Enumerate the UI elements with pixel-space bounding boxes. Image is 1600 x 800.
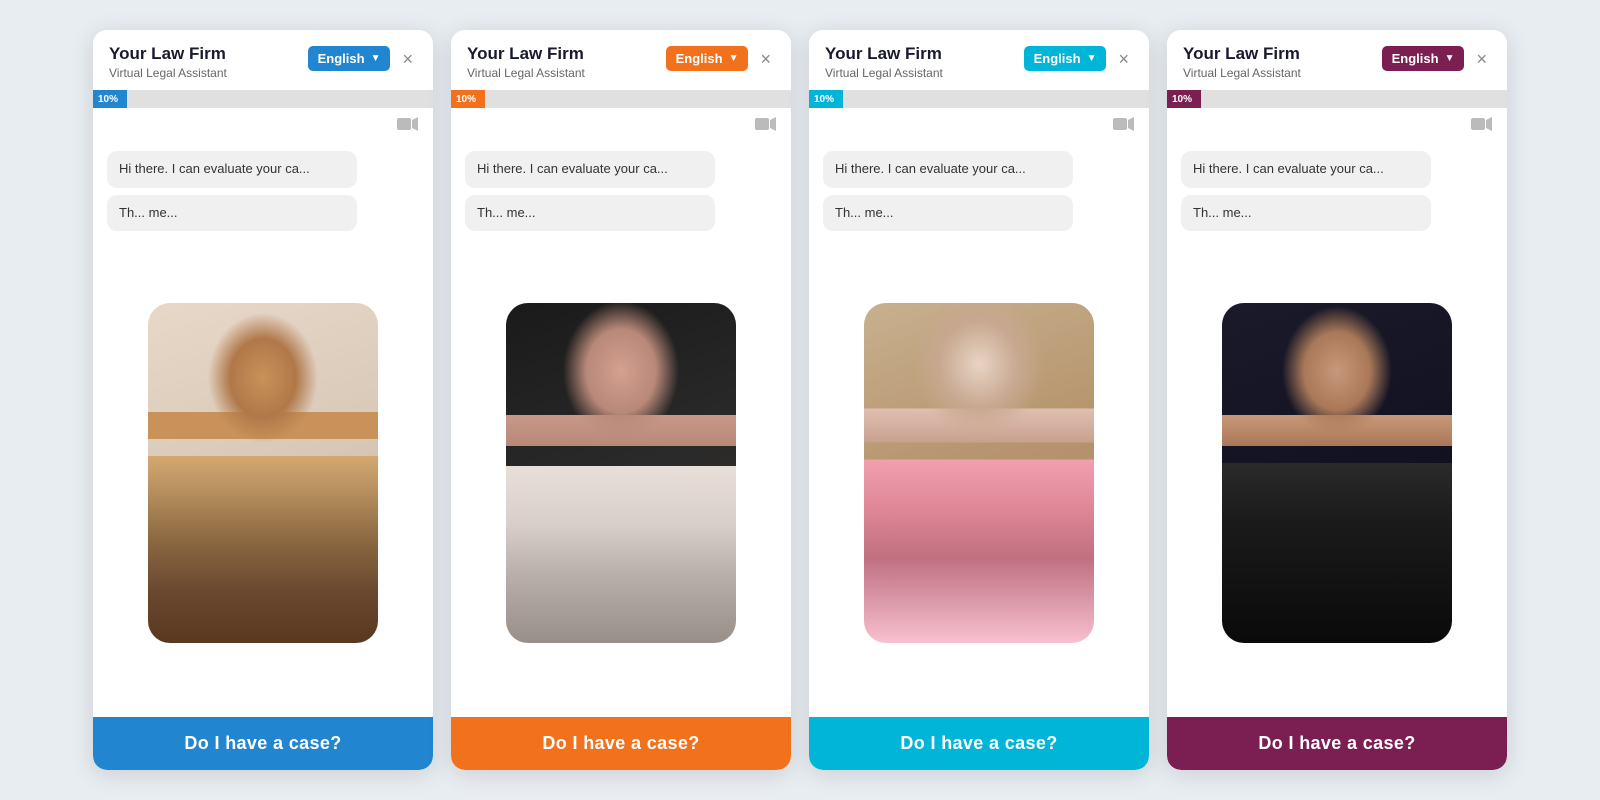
- video-icon-row-3: [809, 108, 1149, 141]
- header-controls-4: English ▼ ×: [1382, 46, 1491, 71]
- lang-dropdown-4[interactable]: English ▼: [1382, 46, 1465, 71]
- video-camera-icon-4: [1471, 116, 1493, 137]
- close-button-4[interactable]: ×: [1472, 48, 1491, 70]
- widget-3: Your Law Firm Virtual Legal Assistant En…: [809, 30, 1149, 770]
- chat-bubble-1-1: Hi there. I can evaluate your ca...: [107, 151, 357, 187]
- title-area-2: Your Law Firm Virtual Legal Assistant: [467, 44, 585, 80]
- title-area-4: Your Law Firm Virtual Legal Assistant: [1183, 44, 1301, 80]
- cta-button-2[interactable]: Do I have a case?: [451, 717, 791, 770]
- avatar-image-3: [864, 303, 1094, 643]
- progress-bar-1: 10%: [93, 90, 433, 108]
- lang-label-3: English: [1034, 51, 1081, 66]
- lang-label-4: English: [1392, 51, 1439, 66]
- progress-bg-4: 10%: [1167, 90, 1507, 108]
- chat-area-1: Hi there. I can evaluate your ca... Th..…: [93, 141, 433, 303]
- progress-bg-1: 10%: [93, 90, 433, 108]
- chat-area-4: Hi there. I can evaluate your ca... Th..…: [1167, 141, 1507, 303]
- progress-fill-3: 10%: [809, 90, 843, 108]
- cta-button-1[interactable]: Do I have a case?: [93, 717, 433, 770]
- progress-fill-4: 10%: [1167, 90, 1201, 108]
- widget-4: Your Law Firm Virtual Legal Assistant En…: [1167, 30, 1507, 770]
- avatar-area-4: [1167, 303, 1507, 717]
- progress-label-1: 10%: [98, 94, 118, 105]
- widget-header-2: Your Law Firm Virtual Legal Assistant En…: [451, 30, 791, 90]
- chat-bubble-2-1: Th... me...: [107, 195, 357, 231]
- lang-label-2: English: [676, 51, 723, 66]
- progress-bg-3: 10%: [809, 90, 1149, 108]
- subtitle-4: Virtual Legal Assistant: [1183, 66, 1301, 80]
- header-controls-1: English ▼ ×: [308, 46, 417, 71]
- avatar-image-2: [506, 303, 736, 643]
- firm-name-4: Your Law Firm: [1183, 44, 1301, 64]
- widget-header-1: Your Law Firm Virtual Legal Assistant En…: [93, 30, 433, 90]
- subtitle-3: Virtual Legal Assistant: [825, 66, 943, 80]
- widget-header-3: Your Law Firm Virtual Legal Assistant En…: [809, 30, 1149, 90]
- chat-area-2: Hi there. I can evaluate your ca... Th..…: [451, 141, 791, 303]
- chat-area-3: Hi there. I can evaluate your ca... Th..…: [809, 141, 1149, 303]
- progress-fill-1: 10%: [93, 90, 127, 108]
- lang-label-1: English: [318, 51, 365, 66]
- firm-name-1: Your Law Firm: [109, 44, 227, 64]
- lang-dropdown-1[interactable]: English ▼: [308, 46, 391, 71]
- widget-1: Your Law Firm Virtual Legal Assistant En…: [93, 30, 433, 770]
- close-button-3[interactable]: ×: [1114, 48, 1133, 70]
- title-area-3: Your Law Firm Virtual Legal Assistant: [825, 44, 943, 80]
- progress-bar-4: 10%: [1167, 90, 1507, 108]
- title-area-1: Your Law Firm Virtual Legal Assistant: [109, 44, 227, 80]
- video-icon-row-4: [1167, 108, 1507, 141]
- video-camera-icon-1: [397, 116, 419, 137]
- subtitle-1: Virtual Legal Assistant: [109, 66, 227, 80]
- avatar-area-1: [93, 303, 433, 717]
- chat-bubble-2-3: Th... me...: [823, 195, 1073, 231]
- chat-bubble-1-3: Hi there. I can evaluate your ca...: [823, 151, 1073, 187]
- progress-label-4: 10%: [1172, 94, 1192, 105]
- avatar-area-2: [451, 303, 791, 717]
- chat-bubble-1-2: Hi there. I can evaluate your ca...: [465, 151, 715, 187]
- video-camera-icon-2: [755, 116, 777, 137]
- chevron-down-icon-3: ▼: [1087, 53, 1097, 64]
- progress-label-3: 10%: [814, 94, 834, 105]
- progress-bar-3: 10%: [809, 90, 1149, 108]
- close-button-1[interactable]: ×: [398, 48, 417, 70]
- progress-fill-2: 10%: [451, 90, 485, 108]
- chat-bubble-1-4: Hi there. I can evaluate your ca...: [1181, 151, 1431, 187]
- firm-name-3: Your Law Firm: [825, 44, 943, 64]
- progress-bg-2: 10%: [451, 90, 791, 108]
- lang-dropdown-3[interactable]: English ▼: [1024, 46, 1107, 71]
- video-camera-icon-3: [1113, 116, 1135, 137]
- progress-label-2: 10%: [456, 94, 476, 105]
- chevron-down-icon-2: ▼: [729, 53, 739, 64]
- video-icon-row-2: [451, 108, 791, 141]
- lang-dropdown-2[interactable]: English ▼: [666, 46, 749, 71]
- video-icon-row-1: [93, 108, 433, 141]
- avatar-area-3: [809, 303, 1149, 717]
- close-button-2[interactable]: ×: [756, 48, 775, 70]
- chevron-down-icon-4: ▼: [1445, 53, 1455, 64]
- firm-name-2: Your Law Firm: [467, 44, 585, 64]
- chevron-down-icon-1: ▼: [371, 53, 381, 64]
- chat-bubble-2-2: Th... me...: [465, 195, 715, 231]
- widget-header-4: Your Law Firm Virtual Legal Assistant En…: [1167, 30, 1507, 90]
- chat-bubble-2-4: Th... me...: [1181, 195, 1431, 231]
- widgets-container: Your Law Firm Virtual Legal Assistant En…: [20, 30, 1580, 770]
- cta-button-4[interactable]: Do I have a case?: [1167, 717, 1507, 770]
- header-controls-3: English ▼ ×: [1024, 46, 1133, 71]
- avatar-image-1: [148, 303, 378, 643]
- progress-bar-2: 10%: [451, 90, 791, 108]
- header-controls-2: English ▼ ×: [666, 46, 775, 71]
- avatar-image-4: [1222, 303, 1452, 643]
- widget-2: Your Law Firm Virtual Legal Assistant En…: [451, 30, 791, 770]
- cta-button-3[interactable]: Do I have a case?: [809, 717, 1149, 770]
- subtitle-2: Virtual Legal Assistant: [467, 66, 585, 80]
